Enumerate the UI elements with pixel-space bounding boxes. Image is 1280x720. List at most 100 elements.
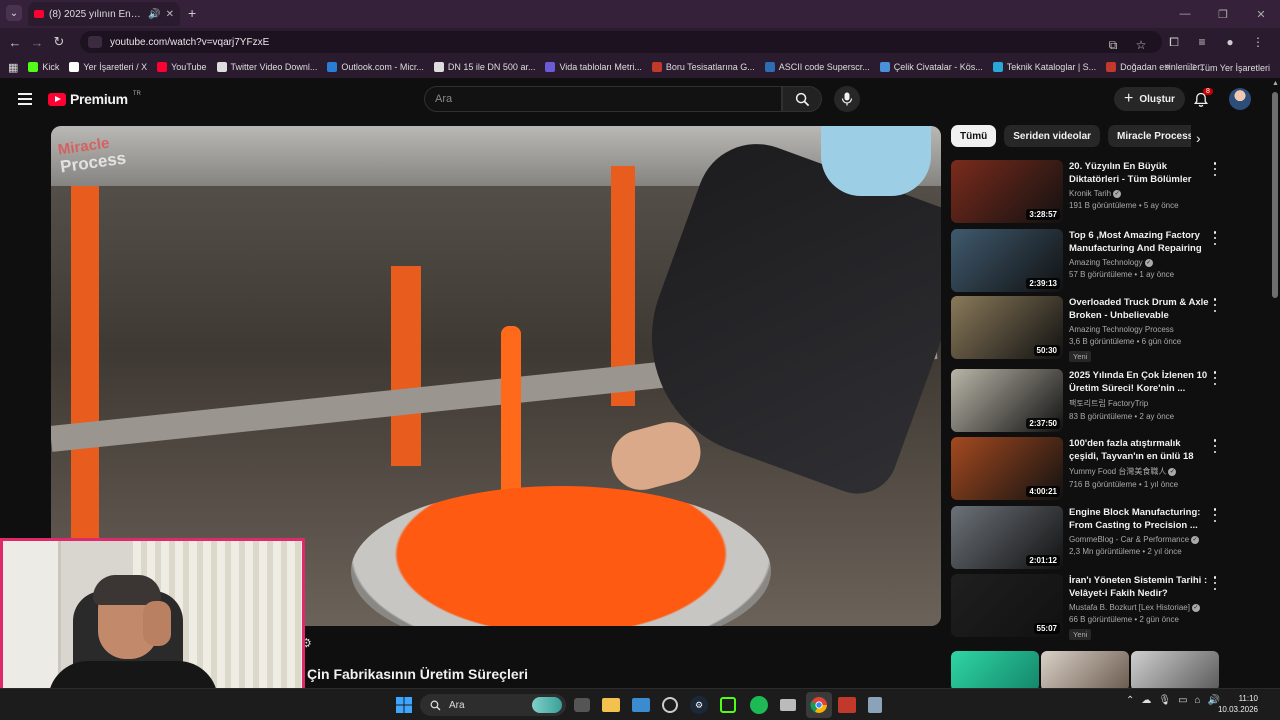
tab-close-icon[interactable]: ✕ bbox=[166, 9, 174, 20]
more-options-icon[interactable] bbox=[1211, 508, 1219, 522]
channel-name[interactable]: Amazing Technology ✓ bbox=[1069, 258, 1209, 267]
recommendation-card[interactable]: 2:37:50 2025 Yılında En Çok İzlenen 10 Ür… bbox=[951, 369, 1221, 433]
recommendation-title[interactable]: 20. Yüzyılın En Büyük Diktatörleri - Tüm… bbox=[1069, 160, 1209, 186]
channel-name[interactable]: 팩토리트립 FactoryTrip bbox=[1069, 398, 1209, 409]
more-options-icon[interactable] bbox=[1211, 576, 1219, 590]
short-thumbnail[interactable] bbox=[1041, 651, 1129, 691]
voice-search-button[interactable] bbox=[834, 86, 860, 112]
extensions-icon[interactable]: ⧠ bbox=[1162, 31, 1186, 53]
tab-search-icon[interactable]: ⌄ bbox=[6, 5, 22, 21]
video-thumbnail[interactable]: 55:07 bbox=[951, 574, 1063, 637]
back-icon[interactable]: ← bbox=[4, 31, 26, 53]
chip-channel[interactable]: Miracle Process adlı bbox=[1108, 125, 1191, 147]
bookmark-star-icon[interactable]: ☆ bbox=[1130, 34, 1152, 56]
short-thumbnail[interactable] bbox=[951, 651, 1039, 691]
bookmark-item[interactable]: Teknik Kataloglar | S... bbox=[992, 62, 1096, 72]
notifications-button[interactable]: 8 bbox=[1191, 88, 1213, 110]
bookmark-item[interactable]: DN 15 ile DN 500 ar... bbox=[433, 62, 535, 72]
bookmark-item[interactable]: Kick bbox=[28, 62, 59, 72]
recommendation-card[interactable]: 4:00:21 100'den fazla atıştırmalık çeşidi… bbox=[951, 437, 1221, 501]
more-options-icon[interactable] bbox=[1211, 162, 1219, 176]
bookmark-item[interactable]: Vida tabloları Metri... bbox=[545, 62, 642, 72]
recommendation-card[interactable]: 2:01:12 Engine Block Manufacturing: From … bbox=[951, 506, 1221, 570]
channel-name[interactable]: Kronik Tarih ✓ bbox=[1069, 189, 1209, 198]
search-input[interactable]: Ara bbox=[424, 86, 782, 112]
scrollbar-thumb[interactable] bbox=[1272, 92, 1278, 298]
display-icon[interactable]: ▭ bbox=[1178, 695, 1187, 706]
recommendation-title[interactable]: 2025 Yılında En Çok İzlenen 10 Üretim Sü… bbox=[1069, 369, 1209, 395]
youtube-premium-logo[interactable]: Premium TR bbox=[48, 91, 141, 107]
video-thumbnail[interactable]: 4:00:21 bbox=[951, 437, 1063, 500]
all-bookmarks-button[interactable]: 🗀 Tüm Yer İşaretleri bbox=[1186, 60, 1270, 76]
recommendation-title[interactable]: 100'den fazla atıştırmalık çeşidi, Tayva… bbox=[1069, 437, 1209, 463]
new-tab-icon[interactable]: + bbox=[188, 5, 196, 21]
chevron-right-icon[interactable]: › bbox=[1196, 130, 1201, 146]
channel-name[interactable]: Amazing Technology Process bbox=[1069, 325, 1209, 334]
steam-icon[interactable]: ⚙ bbox=[690, 696, 708, 714]
network-icon[interactable]: ⌂ bbox=[1195, 695, 1201, 706]
recommendation-title[interactable]: Overloaded Truck Drum & Axle Broken - Un… bbox=[1069, 296, 1209, 322]
task-view-icon[interactable] bbox=[574, 698, 590, 712]
apps-grid-icon[interactable]: ▦ bbox=[8, 61, 18, 74]
video-thumbnail[interactable]: 3:28:57 bbox=[951, 160, 1063, 223]
windows-start-icon[interactable] bbox=[394, 695, 414, 715]
bookmark-item[interactable]: Outlook.com - Micr... bbox=[327, 62, 424, 72]
search-button[interactable] bbox=[782, 86, 822, 112]
obs-icon[interactable] bbox=[662, 697, 678, 713]
recommendation-card[interactable]: 2:39:13 Top 6 ,Most Amazing Factory Manuf… bbox=[951, 229, 1221, 293]
taskbar-search[interactable]: Ara bbox=[420, 694, 566, 716]
bookmark-item[interactable]: Yer İşaretleri / X bbox=[69, 62, 147, 72]
media-control-icon[interactable]: ≡ bbox=[1190, 31, 1214, 53]
chip-series[interactable]: Seriden videolar bbox=[1004, 125, 1101, 147]
bookmark-item[interactable]: Boru Tesisatlarına G... bbox=[651, 62, 755, 72]
more-options-icon[interactable] bbox=[1211, 231, 1219, 245]
recommendation-title[interactable]: Top 6 ,Most Amazing Factory Manufacturin… bbox=[1069, 229, 1209, 255]
page-scrollbar[interactable]: ▲ bbox=[1270, 78, 1280, 688]
recommendation-title[interactable]: Engine Block Manufacturing: From Casting… bbox=[1069, 506, 1209, 532]
menu-icon[interactable] bbox=[18, 93, 32, 105]
channel-name[interactable]: GommeBlog - Car & Performance ✓ bbox=[1069, 535, 1209, 544]
video-thumbnail[interactable]: 2:39:13 bbox=[951, 229, 1063, 292]
audio-playing-icon[interactable]: 🔊 bbox=[148, 9, 160, 20]
file-explorer-icon[interactable] bbox=[602, 698, 620, 712]
tray-overflow-icon[interactable]: ⌃ bbox=[1126, 695, 1134, 706]
more-options-icon[interactable] bbox=[1211, 439, 1219, 453]
chrome-menu-icon[interactable]: ⋮ bbox=[1246, 31, 1270, 53]
more-options-icon[interactable] bbox=[1211, 298, 1219, 312]
video-thumbnail[interactable]: 2:01:12 bbox=[951, 506, 1063, 569]
channel-name[interactable]: Mustafa B. Bozkurt [Lex Historiae] ✓ bbox=[1069, 603, 1209, 612]
channel-name[interactable]: Yummy Food 台灣美食職人 ✓ bbox=[1069, 466, 1209, 477]
desktop-app-icon[interactable] bbox=[632, 698, 650, 712]
recommendation-card[interactable]: 50:30 Overloaded Truck Drum & Axle Broken… bbox=[951, 296, 1221, 362]
account-avatar[interactable] bbox=[1229, 88, 1251, 110]
browser-tab-active[interactable]: (8) 2025 yılının En Popüler Vi... 🔊 ✕ bbox=[28, 2, 180, 26]
chrome-taskbar-button[interactable] bbox=[806, 692, 832, 718]
calculator-icon[interactable] bbox=[868, 697, 882, 713]
bookmark-item[interactable]: Çelik Civatalar - Kös... bbox=[879, 62, 983, 72]
site-info-icon[interactable] bbox=[88, 36, 102, 48]
recommendation-card[interactable]: 55:07 İran'ı Yöneten Sistemin Tarihi : Ve… bbox=[951, 574, 1221, 640]
recommendation-title[interactable]: İran'ı Yöneten Sistemin Tarihi : Velâyet… bbox=[1069, 574, 1209, 600]
bookmark-item[interactable]: ASCII code Superscr... bbox=[764, 62, 870, 72]
reload-icon[interactable]: ↻ bbox=[48, 31, 70, 53]
bookmark-item[interactable]: Twitter Video Downl... bbox=[216, 62, 317, 72]
bookmark-item[interactable]: YouTube bbox=[157, 62, 207, 72]
video-thumbnail[interactable]: 2:37:50 bbox=[951, 369, 1063, 432]
onedrive-icon[interactable]: ☁ bbox=[1141, 695, 1151, 706]
minimize-icon[interactable]: — bbox=[1166, 0, 1204, 28]
microphone-tray-icon[interactable]: 🎙 bbox=[1158, 695, 1171, 706]
restore-icon[interactable]: ❐ bbox=[1204, 0, 1242, 28]
install-app-icon[interactable]: ⧉ bbox=[1102, 34, 1124, 56]
recommendation-card[interactable]: 3:28:57 20. Yüzyılın En Büyük Diktatörler… bbox=[951, 160, 1221, 224]
address-bar[interactable]: youtube.com/watch?v=vqarj7YFzxE ⧉ ☆ bbox=[80, 31, 1162, 53]
scroll-up-icon[interactable]: ▲ bbox=[1272, 80, 1279, 87]
more-options-icon[interactable] bbox=[1211, 371, 1219, 385]
window-app-icon[interactable] bbox=[780, 699, 796, 711]
short-thumbnail[interactable] bbox=[1131, 651, 1219, 691]
create-button[interactable]: + Oluştur bbox=[1114, 87, 1185, 111]
profile-icon[interactable]: ● bbox=[1218, 31, 1242, 53]
kick-app-icon[interactable] bbox=[720, 697, 736, 713]
bookmarks-overflow-icon[interactable]: » bbox=[1164, 61, 1170, 72]
media-app-icon[interactable] bbox=[838, 697, 856, 713]
video-thumbnail[interactable]: 50:30 bbox=[951, 296, 1063, 359]
